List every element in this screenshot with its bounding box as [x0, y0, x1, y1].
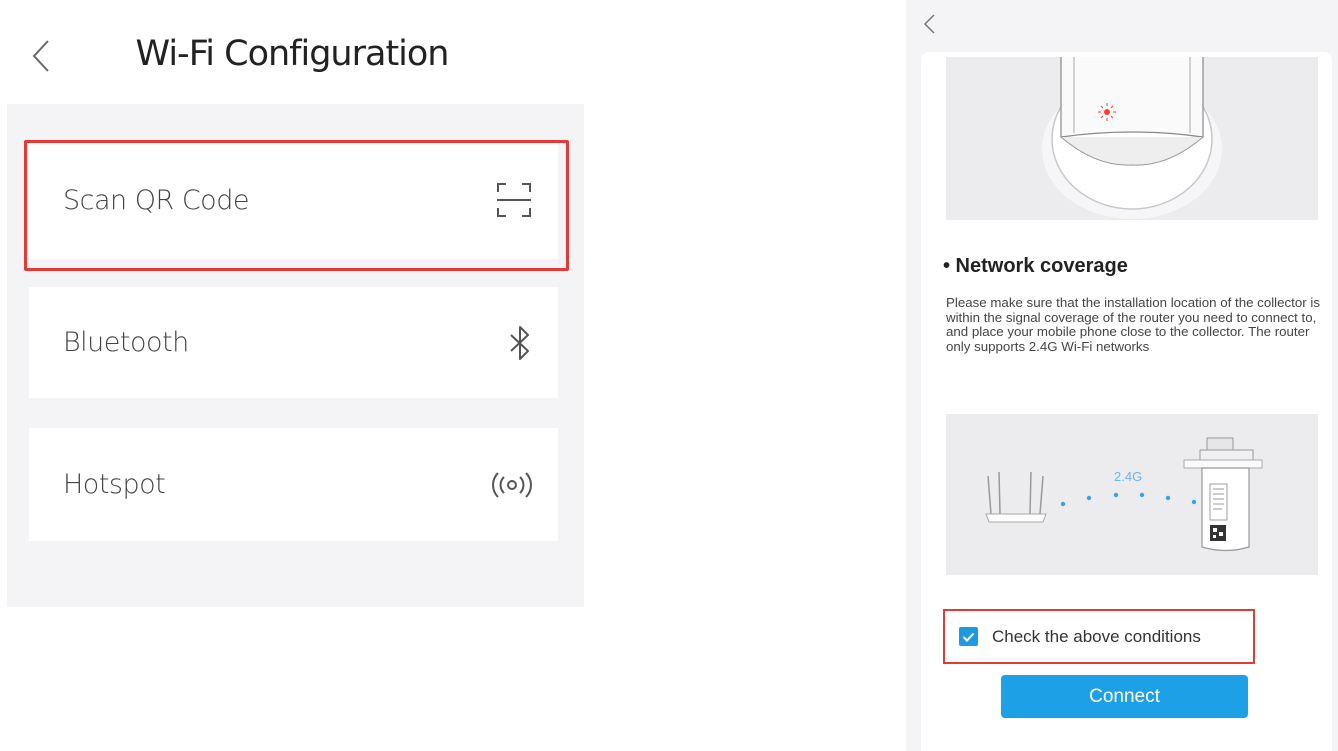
connect-button[interactable]: Connect: [1001, 675, 1248, 718]
collector-icon: [1183, 437, 1263, 552]
network-coverage-illustration: 2.4G: [946, 414, 1318, 575]
checkbox-label: Check the above conditions: [992, 626, 1201, 646]
option-label: Scan QR Code: [63, 184, 249, 216]
options-list: Scan QR Code Bluetooth Hotspot: [7, 104, 584, 607]
checkbox-checked[interactable]: [959, 627, 978, 646]
hotspot-icon: [492, 470, 532, 500]
section-description: Please make sure that the installation l…: [946, 295, 1320, 354]
content-card: • Network coverage Please make sure that…: [921, 52, 1332, 751]
scan-qr-icon: [496, 182, 532, 218]
network-check-screen: • Network coverage Please make sure that…: [906, 0, 1338, 751]
scan-qr-code-option[interactable]: Scan QR Code: [29, 141, 558, 259]
bluetooth-option[interactable]: Bluetooth: [29, 287, 558, 398]
conditions-checkbox-row[interactable]: Check the above conditions: [943, 609, 1255, 664]
check-icon: [962, 632, 975, 642]
header: Wi-Fi Configuration: [0, 0, 584, 104]
option-label: Hotspot: [63, 469, 166, 500]
wifi-configuration-screen: Wi-Fi Configuration Scan QR Code Bluetoo…: [0, 0, 584, 610]
back-button[interactable]: [922, 12, 938, 36]
hotspot-option[interactable]: Hotspot: [29, 428, 558, 541]
bluetooth-icon: [508, 325, 532, 361]
band-label: 2.4G: [1114, 469, 1142, 484]
page-title: Wi-Fi Configuration: [135, 34, 450, 74]
collector-light-illustration: [946, 57, 1318, 220]
router-icon: [985, 471, 1047, 523]
section-title: • Network coverage: [943, 255, 1128, 277]
chevron-left-icon: [923, 14, 935, 34]
option-label: Bluetooth: [63, 327, 189, 358]
